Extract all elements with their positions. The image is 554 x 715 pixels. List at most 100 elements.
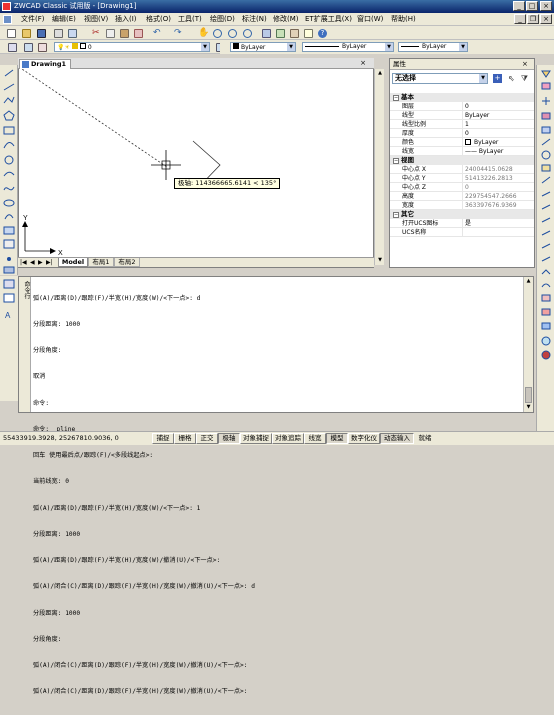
tab-first-icon[interactable]: |◀ — [20, 259, 27, 266]
menu-help[interactable]: 帮助(H) — [391, 14, 416, 25]
redo-icon[interactable]: ↷ — [174, 29, 183, 38]
save-icon[interactable] — [37, 29, 46, 38]
menu-modify[interactable]: 修改(M) — [273, 14, 299, 25]
polar-toggle[interactable]: 极轴 — [218, 433, 240, 444]
chevron-down-icon[interactable]: ▼ — [459, 43, 467, 51]
tab-last-icon[interactable]: ▶| — [46, 259, 53, 266]
grid-toggle[interactable]: 栅格 — [174, 433, 196, 444]
chevron-down-icon[interactable]: ▼ — [479, 74, 487, 83]
zoom-window-icon[interactable] — [228, 29, 237, 38]
scroll-down-icon[interactable]: ▼ — [524, 403, 533, 412]
command-history[interactable]: 弧(A)/距离(D)/跟踪(F)/半宽(H)/宽度(W)/<下一点>: d 分段… — [33, 277, 525, 715]
pan-icon[interactable]: ✋ — [198, 29, 209, 38]
prop-row[interactable]: 厚度 0 — [390, 129, 534, 138]
match-properties-icon[interactable] — [134, 29, 143, 38]
category-view[interactable]: − 视图 — [390, 156, 534, 165]
menu-draw[interactable]: 绘图(D) — [210, 14, 235, 25]
doc-minimize-button[interactable]: _ — [514, 14, 526, 24]
tab-prev-icon[interactable]: ◀ — [30, 259, 35, 266]
prop-row[interactable]: 中心点 Z0 — [390, 183, 534, 192]
menu-insert[interactable]: 插入(I) — [115, 14, 137, 25]
category-other[interactable]: − 其它 — [390, 210, 534, 219]
design-center-icon[interactable] — [276, 29, 285, 38]
tab-next-icon[interactable]: ▶ — [38, 259, 43, 266]
prop-row[interactable]: 中心点 Y 51413226.2813 — [390, 174, 534, 183]
select-objects-icon[interactable]: ⇖ — [507, 74, 516, 83]
tab-model[interactable]: Model — [58, 258, 88, 267]
drawing-canvas[interactable]: Y X 极轴: 114366665.6141 < 135° — [18, 58, 374, 268]
menu-et-tools[interactable]: ET扩展工具(X) — [305, 14, 352, 25]
menu-tools[interactable]: 工具(T) — [178, 14, 202, 25]
prop-row[interactable]: 线型比例 1 — [390, 120, 534, 129]
close-icon[interactable]: × — [522, 60, 528, 69]
doc-restore-button[interactable]: ❐ — [527, 14, 539, 24]
menu-dimension[interactable]: 标注(N) — [242, 14, 267, 25]
dynamic-input-toggle[interactable]: 动态输入 — [380, 433, 414, 444]
snap-toggle[interactable]: 捕捉 — [152, 433, 174, 444]
minimize-button[interactable]: _ — [513, 1, 525, 11]
prop-row[interactable]: 高度 229754547.2666 — [390, 192, 534, 201]
otrack-toggle[interactable]: 对象追踪 — [272, 433, 304, 444]
chevron-down-icon[interactable]: ▼ — [287, 43, 295, 51]
scroll-down-icon[interactable]: ▼ — [375, 256, 385, 265]
menu-edit[interactable]: 编辑(E) — [52, 14, 76, 25]
command-scrollbar[interactable]: ▲ ▼ — [523, 277, 533, 412]
menu-format[interactable]: 格式(O) — [146, 14, 171, 25]
menu-view[interactable]: 视图(V) — [84, 14, 108, 25]
copy-icon[interactable] — [106, 29, 115, 38]
command-input[interactable]: 弧(A)/闭合(C)/距离(D)/跟踪(F)/半宽(H)/宽度(W)/撤消(U)… — [33, 688, 525, 697]
scroll-up-icon[interactable]: ▲ — [524, 277, 533, 286]
osnap-toggle[interactable]: 对象捕捉 — [240, 433, 272, 444]
calculator-icon[interactable] — [304, 29, 313, 38]
help-icon[interactable]: ? — [318, 29, 327, 38]
prop-row[interactable]: 打开UCS图标是 — [390, 219, 534, 228]
toggle-pickadd-icon[interactable]: + — [493, 74, 502, 83]
lineweight-toggle[interactable]: 线宽 — [304, 433, 326, 444]
tool-palettes-icon[interactable] — [290, 29, 299, 38]
prop-row[interactable]: 线型 ByLayer — [390, 111, 534, 120]
prop-row[interactable]: 中心点 X 24004415.0628 — [390, 165, 534, 174]
close-icon[interactable]: × — [358, 59, 368, 68]
ortho-toggle[interactable]: 正交 — [196, 433, 218, 444]
cut-icon[interactable]: ✂ — [92, 29, 101, 38]
layer-combo[interactable]: 💡☀ 0 ▼ — [54, 42, 210, 52]
tab-layout2[interactable]: 布局2 — [114, 258, 140, 267]
open-icon[interactable] — [22, 29, 31, 38]
maximize-button[interactable]: □ — [526, 1, 538, 11]
drawing-vertical-scrollbar[interactable]: ▲ ▼ — [374, 69, 384, 265]
chevron-down-icon[interactable]: ▼ — [385, 43, 393, 51]
new-icon[interactable] — [7, 29, 16, 38]
scroll-up-icon[interactable]: ▲ — [375, 69, 385, 78]
linetype-combo[interactable]: ByLayer ▼ — [302, 42, 394, 52]
undo-icon[interactable]: ↶ — [153, 29, 162, 38]
zoom-realtime-icon[interactable] — [213, 29, 222, 38]
quick-select-icon[interactable]: ⧩ — [520, 74, 529, 83]
scroll-thumb[interactable] — [525, 387, 532, 403]
prop-row[interactable]: UCS名称 — [390, 228, 534, 237]
prop-row[interactable]: 图层 0 — [390, 102, 534, 111]
prop-row[interactable]: 线宽 —— ByLayer — [390, 147, 534, 156]
category-basic[interactable]: − 基本 — [390, 93, 534, 102]
color-combo[interactable]: ByLayer ▼ — [230, 42, 296, 52]
tab-layout1[interactable]: 布局1 — [88, 258, 114, 267]
tab-drawing1[interactable]: Drawing1 — [19, 59, 71, 69]
layer-previous-icon[interactable] — [24, 43, 33, 52]
selection-combo[interactable]: 无选择 ▼ — [392, 73, 488, 84]
model-toggle[interactable]: 模型 — [326, 433, 348, 444]
print-icon[interactable] — [54, 29, 63, 38]
close-button[interactable]: × — [540, 1, 552, 11]
chevron-down-icon[interactable]: ▼ — [201, 43, 209, 51]
make-current-icon[interactable] — [38, 43, 47, 52]
layer-manager-icon[interactable] — [8, 43, 17, 52]
lineweight-combo[interactable]: ByLayer ▼ — [398, 42, 468, 52]
paste-icon[interactable] — [120, 29, 129, 38]
preview-icon[interactable] — [68, 29, 77, 38]
menu-window[interactable]: 窗口(W) — [357, 14, 383, 25]
menu-file[interactable]: 文件(F) — [21, 14, 45, 25]
zoom-previous-icon[interactable] — [243, 29, 252, 38]
prop-row[interactable]: 颜色 ByLayer — [390, 138, 534, 147]
tablet-toggle[interactable]: 数字化仪 — [348, 433, 380, 444]
properties-icon[interactable] — [262, 29, 271, 38]
doc-close-button[interactable]: × — [540, 14, 552, 24]
prop-row[interactable]: 宽度 363397676.9369 — [390, 201, 534, 210]
